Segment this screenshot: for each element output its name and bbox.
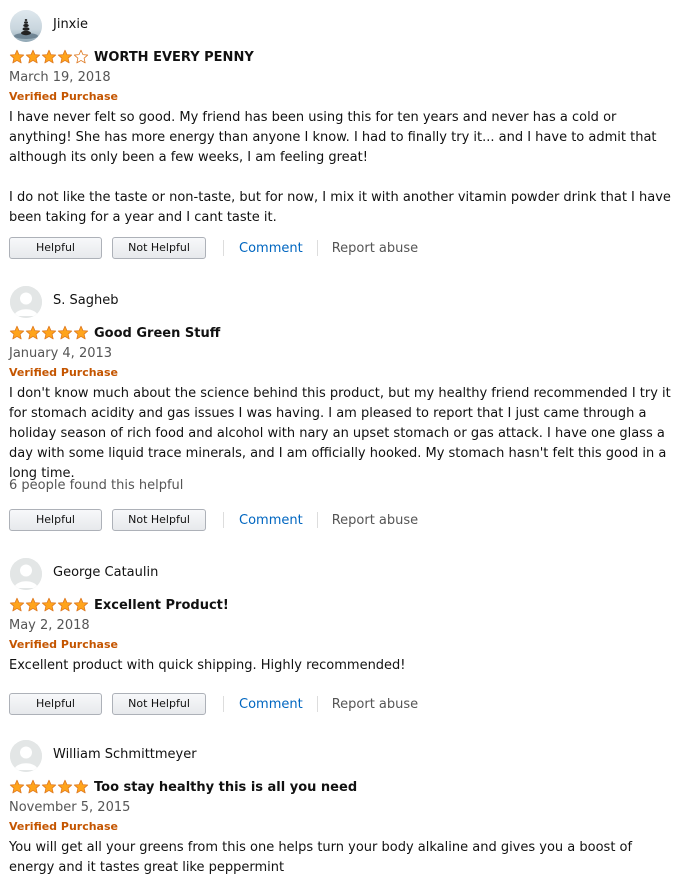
review-body: I have never felt so good. My friend has…: [9, 108, 677, 228]
report-abuse-link[interactable]: Report abuse: [332, 697, 418, 712]
star-filled-icon: [41, 779, 57, 794]
star-filled-icon: [41, 325, 57, 340]
rating-row: Too stay healthy this is all you need: [9, 778, 357, 796]
default-avatar-icon[interactable]: [10, 558, 42, 590]
star-rating[interactable]: [9, 779, 89, 795]
star-filled-icon: [25, 49, 41, 64]
default-avatar-icon[interactable]: [10, 740, 42, 772]
helpful-count: 6 people found this helpful: [9, 478, 184, 493]
helpful-button[interactable]: Helpful: [9, 693, 102, 715]
star-filled-icon: [9, 325, 25, 340]
verified-purchase-badge[interactable]: Verified Purchase: [9, 90, 118, 103]
star-rating[interactable]: [9, 49, 89, 65]
star-filled-icon: [41, 597, 57, 612]
reviewer-name[interactable]: Jinxie: [53, 17, 88, 32]
review-date: January 4, 2013: [9, 346, 113, 361]
star-filled-icon: [73, 325, 89, 340]
review-title[interactable]: Good Green Stuff: [94, 326, 220, 341]
reviewer-name[interactable]: George Cataulin: [53, 565, 158, 580]
rating-row: Good Green Stuff: [9, 324, 220, 342]
divider: [316, 240, 318, 256]
helpful-button[interactable]: Helpful: [9, 237, 102, 259]
default-avatar-icon[interactable]: [10, 286, 42, 318]
star-filled-icon: [9, 779, 25, 794]
review-actions: Helpful Not Helpful Comment Report abuse: [9, 236, 418, 260]
rating-row: WORTH EVERY PENNY: [9, 48, 254, 66]
review-actions: Helpful Not Helpful Comment Report abuse: [9, 692, 418, 716]
star-rating[interactable]: [9, 325, 89, 341]
divider: [223, 696, 224, 712]
star-filled-icon: [57, 49, 73, 64]
star-filled-icon: [73, 779, 89, 794]
verified-purchase-badge[interactable]: Verified Purchase: [9, 366, 118, 379]
star-empty-icon: [73, 49, 89, 64]
comment-link[interactable]: Comment: [239, 513, 303, 528]
review-body-paragraph: I don't know much about the science behi…: [9, 386, 671, 481]
review-date: November 5, 2015: [9, 800, 131, 815]
review-card: Jinxie WORTH EVERY PENNY March 19, 2018 …: [0, 10, 680, 265]
star-rating[interactable]: [9, 597, 89, 613]
divider: [316, 512, 318, 528]
report-abuse-link[interactable]: Report abuse: [332, 241, 418, 256]
divider: [316, 696, 318, 712]
star-filled-icon: [41, 49, 57, 64]
review-body-paragraph: You will get all your greens from this o…: [9, 840, 633, 875]
review-date: May 2, 2018: [9, 618, 90, 633]
verified-purchase-badge[interactable]: Verified Purchase: [9, 820, 118, 833]
review-body-paragraph: I do not like the taste or non-taste, bu…: [9, 190, 671, 225]
report-abuse-link[interactable]: Report abuse: [332, 513, 418, 528]
divider: [223, 240, 224, 256]
helpful-button[interactable]: Helpful: [9, 509, 102, 531]
divider: [223, 512, 224, 528]
review-actions: Helpful Not Helpful Comment Report abuse: [9, 508, 418, 532]
not-helpful-button[interactable]: Not Helpful: [112, 237, 206, 259]
star-filled-icon: [25, 597, 41, 612]
not-helpful-button[interactable]: Not Helpful: [112, 693, 206, 715]
reviewer-name[interactable]: William Schmittmeyer: [53, 747, 197, 762]
review-body-paragraph: Excellent product with quick shipping. H…: [9, 658, 406, 673]
review-body-paragraph: I have never felt so good. My friend has…: [9, 110, 657, 165]
review-card: William Schmittmeyer Too stay healthy th…: [0, 740, 680, 887]
rating-row: Excellent Product!: [9, 596, 229, 614]
star-filled-icon: [9, 49, 25, 64]
review-body: Excellent product with quick shipping. H…: [9, 656, 677, 676]
comment-link[interactable]: Comment: [239, 241, 303, 256]
star-filled-icon: [57, 597, 73, 612]
reviewer-name[interactable]: S. Sagheb: [53, 293, 118, 308]
not-helpful-button[interactable]: Not Helpful: [112, 509, 206, 531]
comment-link[interactable]: Comment: [239, 697, 303, 712]
verified-purchase-badge[interactable]: Verified Purchase: [9, 638, 118, 651]
review-title[interactable]: Excellent Product!: [94, 598, 229, 613]
review-card: S. Sagheb Good Green Stuff January 4, 20…: [0, 286, 680, 536]
star-filled-icon: [25, 325, 41, 340]
review-body: You will get all your greens from this o…: [9, 838, 677, 878]
star-filled-icon: [57, 779, 73, 794]
review-date: March 19, 2018: [9, 70, 111, 85]
review-body: I don't know much about the science behi…: [9, 384, 677, 484]
star-filled-icon: [73, 597, 89, 612]
review-card: George Cataulin Excellent Product! May 2…: [0, 558, 680, 723]
review-title[interactable]: WORTH EVERY PENNY: [94, 50, 254, 65]
star-filled-icon: [25, 779, 41, 794]
review-title[interactable]: Too stay healthy this is all you need: [94, 780, 357, 795]
star-filled-icon: [57, 325, 73, 340]
custom-avatar-icon[interactable]: [10, 10, 42, 42]
star-filled-icon: [9, 597, 25, 612]
